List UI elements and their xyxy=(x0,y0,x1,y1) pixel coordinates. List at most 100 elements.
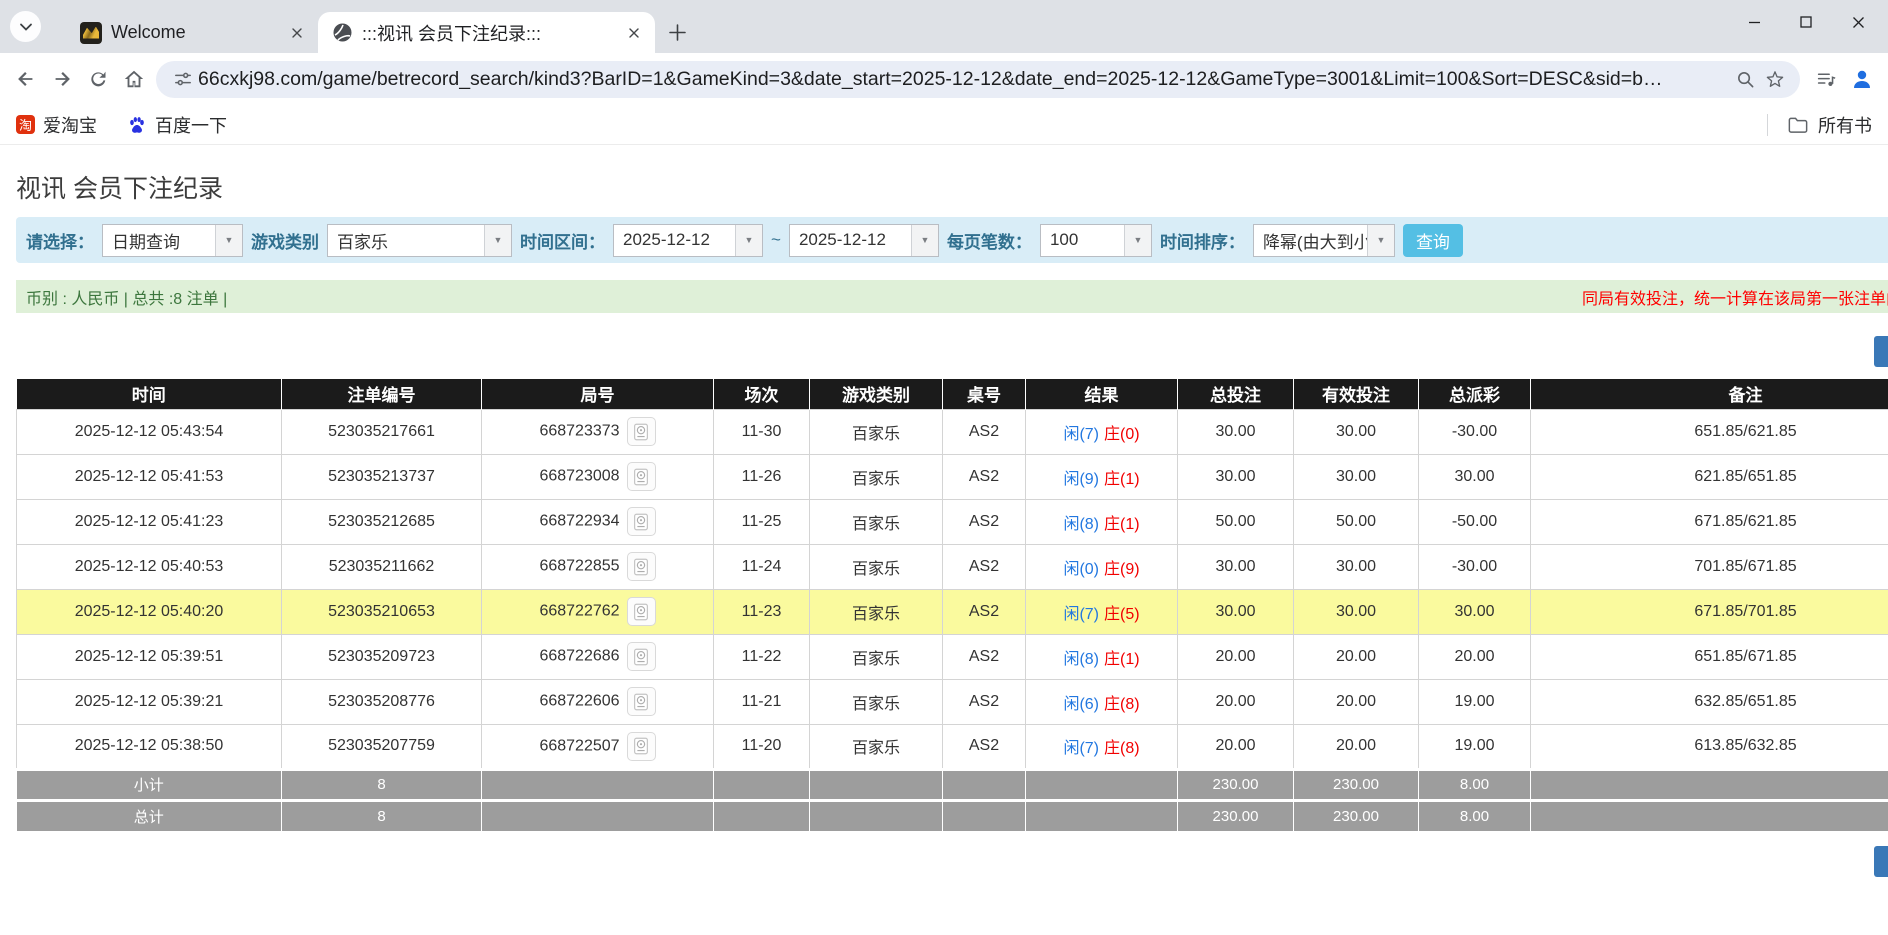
video-replay-button[interactable] xyxy=(627,732,656,761)
player-result: 闲(7) xyxy=(1063,740,1099,757)
video-replay-button[interactable] xyxy=(627,507,656,536)
video-replay-button[interactable] xyxy=(627,417,656,446)
valid-bet: 30.00 xyxy=(1294,589,1419,634)
filter-bar: 请选择： 日期查询 ▼ 游戏类别 百家乐 ▼ 时间区间： 2025-12-12 … xyxy=(16,217,1888,263)
total-valid-bet: 230.00 xyxy=(1294,800,1419,831)
summary-notice-text: 同局有效投注，统一计算在该局第一张注单内 xyxy=(1582,285,1888,309)
chevron-down-icon[interactable]: ▼ xyxy=(735,225,762,256)
search-button[interactable]: 查询 xyxy=(1403,224,1463,257)
tab-strip: Welcome :::视讯 会员下注纪录::: xyxy=(0,0,1888,53)
bookmark-aitaobao[interactable]: 淘 爱淘宝 xyxy=(16,112,97,138)
date-end-select[interactable]: 2025-12-12 ▼ xyxy=(789,224,939,257)
video-replay-button[interactable] xyxy=(627,642,656,671)
close-tab-icon[interactable] xyxy=(623,22,645,44)
zoom-icon[interactable] xyxy=(1730,64,1760,94)
total-bet[interactable]: 20.00 xyxy=(1178,724,1294,769)
banker-result: 庄(5) xyxy=(1104,606,1140,623)
total-bet[interactable]: 30.00 xyxy=(1178,454,1294,499)
minimize-button[interactable] xyxy=(1728,4,1780,40)
media-controls-icon[interactable] xyxy=(1808,61,1844,97)
bookmark-baidu[interactable]: 百度一下 xyxy=(127,112,227,138)
bet-time: 2025-12-12 05:39:21 xyxy=(17,679,282,724)
tab-search-button[interactable] xyxy=(10,11,41,42)
valid-bet: 20.00 xyxy=(1294,724,1419,769)
edge-floating-button-top[interactable] xyxy=(1874,336,1888,367)
bet-record-row: 2025-12-12 05:40:20 523035210653 6687227… xyxy=(17,589,1888,634)
per-page-select[interactable]: 100 ▼ xyxy=(1040,224,1152,257)
close-window-button[interactable] xyxy=(1832,4,1884,40)
table-number: AS2 xyxy=(943,454,1026,499)
valid-bet: 30.00 xyxy=(1294,544,1419,589)
table-header-row: 时间 注单编号 局号 场次 游戏类别 桌号 结果 总投注 有效投注 总派彩 备注 xyxy=(17,379,1888,409)
new-tab-button[interactable] xyxy=(655,12,686,53)
all-bookmarks-label[interactable]: 所有书 xyxy=(1818,112,1872,138)
subtotal-row: 小计 8 230.00 230.00 8.00 xyxy=(17,769,1888,800)
total-bet[interactable]: 20.00 xyxy=(1178,634,1294,679)
profile-avatar[interactable] xyxy=(1844,61,1880,97)
valid-bet: 20.00 xyxy=(1294,679,1419,724)
subtotal-total-bet: 230.00 xyxy=(1178,769,1294,800)
welcome-favicon-icon xyxy=(80,22,102,44)
col-bet-id: 注单编号 xyxy=(282,379,482,409)
remark: 671.85/621.85 xyxy=(1531,499,1888,544)
bet-record-row: 2025-12-12 05:39:21 523035208776 6687226… xyxy=(17,679,1888,724)
col-result: 结果 xyxy=(1026,379,1178,409)
reload-button[interactable] xyxy=(80,61,116,97)
bookmarks-bar: 淘 爱淘宝 百度一下 所有书 xyxy=(0,105,1888,145)
sort-label: 时间排序： xyxy=(1160,228,1245,253)
bet-record-row: 2025-12-12 05:41:23 523035212685 6687229… xyxy=(17,499,1888,544)
game-type-select[interactable]: 百家乐 ▼ xyxy=(327,224,512,257)
edge-floating-button-bottom[interactable] xyxy=(1874,846,1888,877)
payout: -30.00 xyxy=(1419,544,1531,589)
chevron-down-icon[interactable]: ▼ xyxy=(215,225,242,256)
date-start-select[interactable]: 2025-12-12 ▼ xyxy=(613,224,763,257)
round-number: 668722606 xyxy=(539,693,619,710)
bet-records-table: 时间 注单编号 局号 场次 游戏类别 桌号 结果 总投注 有效投注 总派彩 备注… xyxy=(16,379,1888,831)
url-text[interactable]: 66cxkj98.com/game/betrecord_search/kind3… xyxy=(198,68,1730,91)
result-cell: 闲(9)庄(1) xyxy=(1026,454,1178,499)
video-replay-button[interactable] xyxy=(627,462,656,491)
total-bet[interactable]: 30.00 xyxy=(1178,589,1294,634)
sort-select[interactable]: 降幂(由大到小) ▼ xyxy=(1253,224,1395,257)
total-bet[interactable]: 30.00 xyxy=(1178,544,1294,589)
chevron-down-icon[interactable]: ▼ xyxy=(1124,225,1151,256)
bet-time: 2025-12-12 05:39:51 xyxy=(17,634,282,679)
bet-time: 2025-12-12 05:40:53 xyxy=(17,544,282,589)
payout: -50.00 xyxy=(1419,499,1531,544)
table-number: AS2 xyxy=(943,724,1026,769)
tab-betrecord[interactable]: :::视讯 会员下注纪录::: xyxy=(318,12,655,53)
tab-welcome[interactable]: Welcome xyxy=(66,12,318,53)
valid-bet: 50.00 xyxy=(1294,499,1419,544)
tab-title: :::视讯 会员下注纪录::: xyxy=(362,20,614,46)
session-number: 11-22 xyxy=(714,634,810,679)
game-type: 百家乐 xyxy=(810,499,943,544)
video-replay-button[interactable] xyxy=(627,552,656,581)
query-type-select[interactable]: 日期查询 ▼ xyxy=(102,224,243,257)
result-cell: 闲(6)庄(8) xyxy=(1026,679,1178,724)
banker-result: 庄(0) xyxy=(1104,426,1140,443)
close-tab-icon[interactable] xyxy=(286,22,308,44)
video-replay-button[interactable] xyxy=(627,687,656,716)
table-number: AS2 xyxy=(943,634,1026,679)
player-result: 闲(8) xyxy=(1063,651,1099,668)
forward-button[interactable] xyxy=(44,61,80,97)
video-replay-button[interactable] xyxy=(627,597,656,626)
total-bet[interactable]: 30.00 xyxy=(1178,409,1294,454)
chevron-down-icon[interactable]: ▼ xyxy=(911,225,938,256)
game-type: 百家乐 xyxy=(810,454,943,499)
home-button[interactable] xyxy=(116,61,152,97)
chevron-down-icon xyxy=(19,20,33,34)
site-settings-icon[interactable] xyxy=(168,64,198,94)
bet-id: 523035208776 xyxy=(282,679,482,724)
total-bet[interactable]: 50.00 xyxy=(1178,499,1294,544)
address-bar[interactable]: 66cxkj98.com/game/betrecord_search/kind3… xyxy=(156,61,1800,98)
total-bet[interactable]: 20.00 xyxy=(1178,679,1294,724)
table-number: AS2 xyxy=(943,544,1026,589)
maximize-button[interactable] xyxy=(1780,4,1832,40)
chevron-down-icon[interactable]: ▼ xyxy=(484,225,511,256)
bet-id: 523035209723 xyxy=(282,634,482,679)
back-button[interactable] xyxy=(8,61,44,97)
baidu-paw-icon xyxy=(127,115,147,135)
chevron-down-icon[interactable]: ▼ xyxy=(1367,225,1394,256)
bookmark-star-icon[interactable] xyxy=(1760,64,1790,94)
